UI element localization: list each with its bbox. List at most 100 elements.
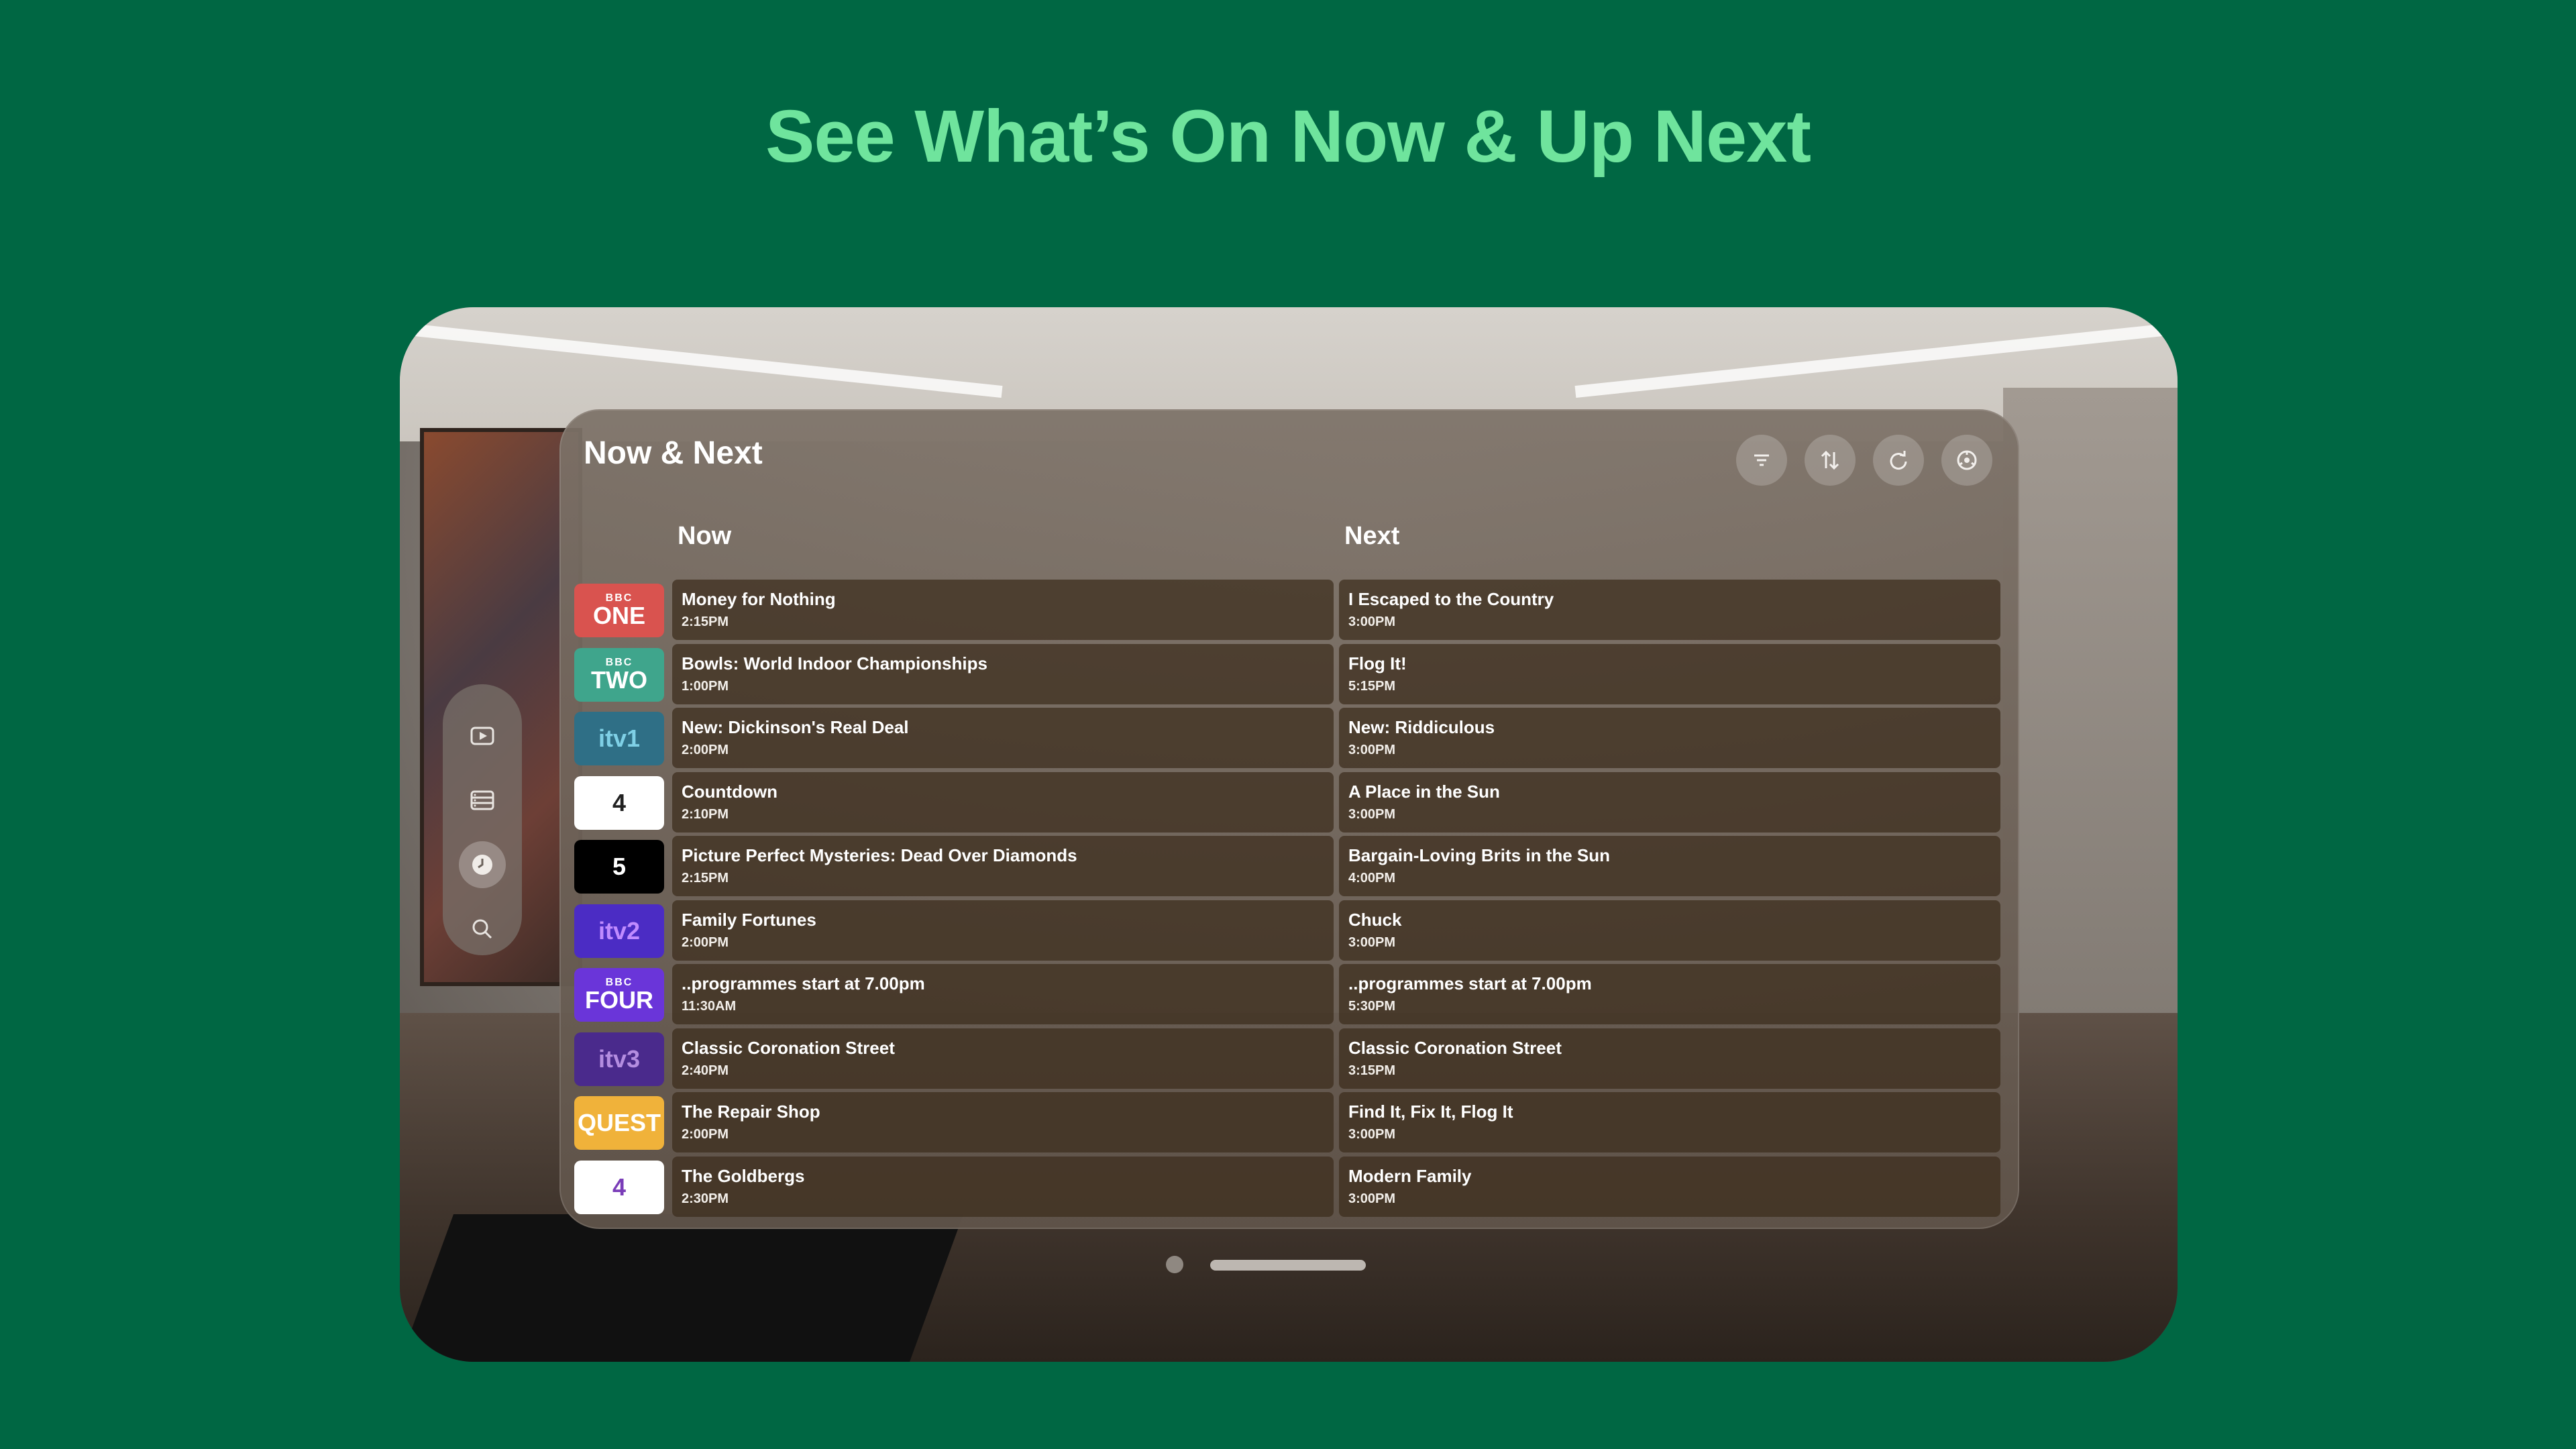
channel-logo[interactable]: BBC FOUR <box>574 968 664 1022</box>
channel-logo[interactable]: 5 <box>574 840 664 894</box>
now-time: 2:40PM <box>682 1063 729 1078</box>
next-title: Find It, Fix It, Flog It <box>1348 1102 1513 1122</box>
column-next: Next <box>1344 522 1400 550</box>
next-programme[interactable]: New: Riddiculous 3:00PM <box>1339 708 2000 768</box>
now-programme[interactable]: Picture Perfect Mysteries: Dead Over Dia… <box>672 836 1334 896</box>
now-programme[interactable]: ..programmes start at 7.00pm 11:30AM <box>672 964 1334 1024</box>
now-programme[interactable]: New: Dickinson's Real Deal 2:00PM <box>672 708 1334 768</box>
next-programme[interactable]: A Place in the Sun 3:00PM <box>1339 771 2000 833</box>
next-title: Bargain-Loving Brits in the Sun <box>1348 845 1611 865</box>
ceiling-light <box>400 323 1003 398</box>
channel-row[interactable]: 4 The Goldbergs 2:30PM Modern Family 3:0… <box>574 1156 2010 1221</box>
now-programme[interactable]: Money for Nothing 2:15PM <box>672 580 1334 640</box>
now-programme[interactable]: The Goldbergs 2:30PM <box>672 1156 1334 1217</box>
refresh-button[interactable] <box>1873 435 1924 486</box>
channel-logo[interactable]: 4 <box>574 1160 664 1214</box>
channel-logo[interactable]: 4 <box>574 775 664 830</box>
next-time: 3:00PM <box>1348 1191 1396 1206</box>
channel-logo-text: 4 <box>612 788 627 816</box>
now-time: 2:00PM <box>682 743 729 757</box>
headline: See What’s On Now & Up Next <box>765 95 1811 178</box>
now-title: Money for Nothing <box>682 589 836 609</box>
filter-button[interactable] <box>1736 435 1787 486</box>
channel-logo-text: itv1 <box>598 724 641 752</box>
now-programme[interactable]: Family Fortunes 2:00PM <box>672 900 1334 961</box>
now-title: New: Dickinson's Real Deal <box>682 717 909 737</box>
channel-logo[interactable]: QUEST <box>574 1096 664 1150</box>
next-time: 5:30PM <box>1348 999 1396 1014</box>
next-programme[interactable]: Flog It! 5:15PM <box>1339 643 2000 704</box>
search-icon[interactable] <box>459 906 506 953</box>
now-programme[interactable]: Countdown 2:10PM <box>672 771 1334 833</box>
column-now: Now <box>678 522 732 550</box>
channel-row[interactable]: 4 Countdown 2:10PM A Place in the Sun 3:… <box>574 771 2010 837</box>
next-title: Flog It! <box>1348 653 1407 674</box>
now-title: Classic Coronation Street <box>682 1037 895 1058</box>
next-title: I Escaped to the Country <box>1348 589 1554 609</box>
channel-logo-text: 5 <box>612 853 627 880</box>
sidebar <box>443 684 522 955</box>
sort-button[interactable] <box>1805 435 1856 486</box>
channel-row[interactable]: itv1 New: Dickinson's Real Deal 2:00PM N… <box>574 708 2010 772</box>
channel-logo[interactable]: itv2 <box>574 904 664 958</box>
next-programme[interactable]: I Escaped to the Country 3:00PM <box>1339 580 2000 640</box>
channel-row[interactable]: itv3 Classic Coronation Street 2:40PM Cl… <box>574 1028 2010 1093</box>
channel-logo[interactable]: BBC ONE <box>574 584 664 637</box>
channel-logo-text: itv3 <box>598 1044 641 1073</box>
channel-logo[interactable]: itv3 <box>574 1032 664 1086</box>
next-time: 3:00PM <box>1348 743 1396 757</box>
play-icon[interactable] <box>459 712 506 759</box>
channel-logo[interactable]: BBC TWO <box>574 647 664 702</box>
now-programme[interactable]: Bowls: World Indoor Championships 1:00PM <box>672 643 1334 704</box>
now-title: The Goldbergs <box>682 1165 805 1186</box>
rug <box>400 1214 964 1362</box>
next-programme[interactable]: ..programmes start at 7.00pm 5:30PM <box>1339 964 2000 1024</box>
now-time: 2:15PM <box>682 614 729 629</box>
now-time: 11:30AM <box>682 999 737 1014</box>
next-programme[interactable]: Classic Coronation Street 3:15PM <box>1339 1028 2000 1089</box>
ceiling-light <box>1574 323 2177 398</box>
next-programme[interactable]: Chuck 3:00PM <box>1339 900 2000 961</box>
window-grabber[interactable] <box>1210 1260 1366 1271</box>
channel-logo-text: itv2 <box>598 916 641 945</box>
now-time: 1:00PM <box>682 678 729 694</box>
next-title: ..programmes start at 7.00pm <box>1348 973 1592 994</box>
schedule-list: BBC ONE Money for Nothing 2:15PM I Escap… <box>574 580 2010 1220</box>
channel-row[interactable]: QUEST The Repair Shop 2:00PM Find It, Fi… <box>574 1092 2010 1157</box>
page-indicator-dot[interactable] <box>1166 1256 1183 1273</box>
channel-logo-text: TWO <box>591 665 647 694</box>
list-icon[interactable] <box>459 777 506 824</box>
refresh-icon <box>1890 451 1907 470</box>
sort-arrows-icon <box>1821 450 1839 470</box>
next-programme[interactable]: Modern Family 3:00PM <box>1339 1156 2000 1217</box>
next-time: 3:00PM <box>1348 1127 1396 1142</box>
next-programme[interactable]: Bargain-Loving Brits in the Sun 4:00PM <box>1339 836 2000 896</box>
now-time: 2:00PM <box>682 934 729 950</box>
now-time: 2:15PM <box>682 871 729 885</box>
channel-logo-text: ONE <box>592 602 645 629</box>
channel-row[interactable]: BBC ONE Money for Nothing 2:15PM I Escap… <box>574 580 2010 644</box>
now-title: The Repair Shop <box>682 1102 820 1122</box>
next-title: New: Riddiculous <box>1348 717 1495 737</box>
channel-logo-text: FOUR <box>585 986 653 1014</box>
channel-row[interactable]: BBC FOUR ..programmes start at 7.00pm 11… <box>574 964 2010 1028</box>
next-programme[interactable]: Find It, Fix It, Flog It 3:00PM <box>1339 1092 2000 1152</box>
channel-row[interactable]: 5 Picture Perfect Mysteries: Dead Over D… <box>574 836 2010 900</box>
channel-logo[interactable]: itv1 <box>574 712 664 765</box>
next-time: 3:15PM <box>1348 1063 1396 1078</box>
next-title: Modern Family <box>1348 1165 1472 1186</box>
next-time: 3:00PM <box>1348 806 1396 822</box>
now-programme[interactable]: Classic Coronation Street 2:40PM <box>672 1028 1334 1089</box>
panel-title: Now & Next <box>584 435 763 471</box>
channel-logo-text: 4 <box>612 1173 627 1201</box>
channel-row[interactable]: itv2 Family Fortunes 2:00PM Chuck 3:00PM <box>574 900 2010 965</box>
next-title: Classic Coronation Street <box>1348 1037 1562 1058</box>
now-time: 2:00PM <box>682 1127 729 1142</box>
next-time: 5:15PM <box>1348 678 1396 694</box>
clock-icon[interactable] <box>459 841 506 888</box>
settings-button[interactable] <box>1941 435 1992 486</box>
now-time: 2:10PM <box>682 806 729 822</box>
now-programme[interactable]: The Repair Shop 2:00PM <box>672 1092 1334 1152</box>
channel-logo-text: QUEST <box>577 1109 661 1136</box>
channel-row[interactable]: BBC TWO Bowls: World Indoor Championship… <box>574 643 2010 708</box>
